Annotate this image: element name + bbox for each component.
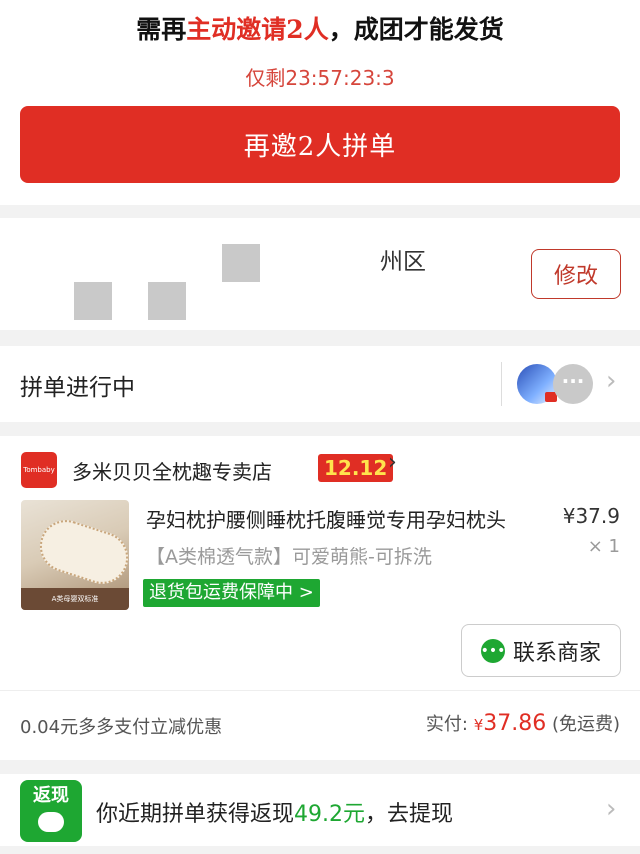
product-image[interactable]: A类母婴双标准 (21, 500, 129, 610)
cashback-icon: 返现 (20, 780, 82, 842)
contact-seller-label: 联系商家 (512, 640, 601, 666)
product-title[interactable]: 孕妇枕护腰侧睡枕托腹睡觉专用孕妇枕头 (146, 504, 536, 533)
group-progress-row[interactable]: 拼单进行中 ··· › (0, 346, 640, 422)
store-name[interactable]: 多米贝贝全枕趣专卖店 (72, 456, 272, 485)
payment-discount-text: 0.04元多多支付立减优惠 (20, 717, 223, 738)
store-logo: Tombaby (21, 452, 57, 488)
more-members-icon: ··· (553, 364, 593, 404)
invite-title: 需再主动邀请2人，成团才能发货 (136, 15, 504, 44)
redacted-block (222, 244, 260, 282)
return-shipping-guarantee-tag[interactable]: 退货包运费保障中 > (143, 579, 320, 607)
contact-seller-button[interactable]: ••• 联系商家 (461, 624, 621, 677)
edit-address-button[interactable]: 修改 (531, 249, 621, 299)
cashback-amount: 49.2元 (294, 802, 366, 827)
chevron-right-icon[interactable]: › (388, 450, 397, 475)
chevron-right-icon: › (606, 366, 617, 396)
divider (0, 690, 640, 691)
chevron-right-icon: › (606, 794, 617, 824)
redacted-block (74, 282, 112, 320)
redacted-block (148, 282, 186, 320)
chat-icon: ••• (481, 638, 505, 663)
cashback-text: 你近期拼单获得返现49.2元，去提现 (96, 802, 454, 827)
invite-header: 需再主动邀请2人，成团才能发货 仅剩23:57:23:3 再邀2人拼单 (0, 0, 640, 205)
product-price: ¥37.9 (562, 504, 620, 528)
paid-amount: 实付: ¥37.86 (免运费) (425, 711, 620, 736)
group-progress-label: 拼单进行中 (20, 375, 135, 401)
order-card: Tombaby 多米贝贝全枕趣专卖店 12.12 › A类母婴双标准 孕妇枕护腰… (0, 436, 640, 760)
store-promo-badge: 12.12 (318, 454, 394, 482)
address-text: 州区 (380, 249, 426, 275)
invite-button[interactable]: 再邀2人拼单 (20, 106, 620, 183)
countdown-timer: 仅剩23:57:23:3 (245, 66, 395, 90)
invite-count-highlight: 主动邀请2人 (186, 15, 329, 44)
paid-amount-value: 37.86 (483, 711, 547, 736)
product-spec: 【A类棉透气款】可爱萌熊-可拆洗 (146, 546, 432, 568)
product-image-caption: A类母婴双标准 (21, 588, 129, 610)
cashback-banner[interactable]: 返现 你近期拼单获得返现49.2元，去提现 › (0, 774, 640, 846)
divider (501, 362, 502, 406)
pillow-illustration (33, 513, 129, 591)
product-quantity: × 1 (587, 536, 620, 557)
